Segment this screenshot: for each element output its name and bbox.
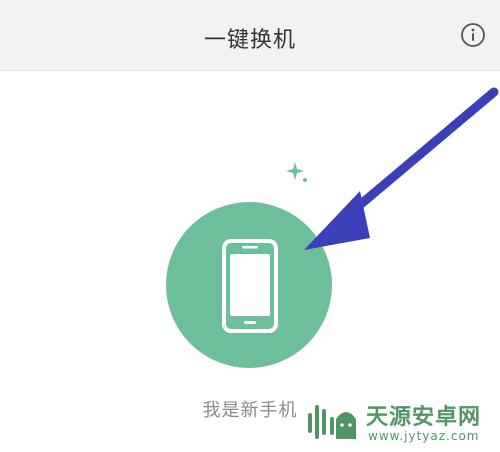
new-phone-button[interactable] — [166, 202, 332, 368]
page-title: 一键换机 — [203, 28, 296, 53]
title-bar: 一键换机 — [0, 0, 500, 71]
watermark: 天源安卓网 www.jytyaz.com — [306, 397, 496, 449]
info-icon[interactable] — [460, 22, 486, 48]
watermark-name: 天源安卓网 — [366, 405, 482, 430]
sparkle-icon — [286, 160, 308, 184]
watermark-logo-icon — [308, 405, 356, 439]
smartphone-icon — [221, 238, 279, 334]
main-content: 我是新手机 — [0, 71, 500, 452]
watermark-url: www.jytyaz.com — [368, 429, 480, 443]
